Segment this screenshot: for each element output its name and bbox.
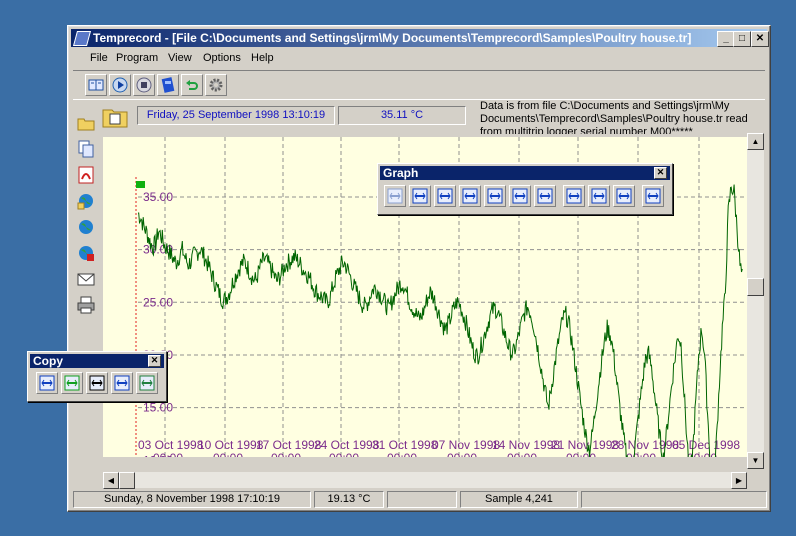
zoom-out-x-icon[interactable] (484, 185, 506, 207)
print-icon[interactable] (75, 294, 97, 316)
horizontal-scrollbar[interactable]: ◀ ▶ (103, 472, 747, 489)
y-tick-label: 35.00 (143, 190, 173, 204)
x-tick-time-label: 00;00 (507, 451, 537, 457)
copy-palette-close-button[interactable]: ✕ (148, 355, 161, 367)
y-tick-label: 15.00 (143, 401, 173, 415)
x-tick-date-label: 28 Nov 1998 (611, 438, 679, 452)
gear-icon[interactable] (205, 74, 227, 96)
zoom-in-x-icon[interactable] (459, 185, 481, 207)
copy-palette-title-text: Copy (33, 354, 63, 368)
window-title: Temprecord - [File C:\Documents and Sett… (93, 31, 692, 45)
notebook-icon[interactable] (85, 74, 107, 96)
fit-y-icon[interactable] (613, 185, 635, 207)
start-datetime-field: Friday, 25 September 1998 13:10:19 (137, 106, 335, 125)
graph-options-icon[interactable] (642, 185, 664, 207)
graph-palette-close-button[interactable]: ✕ (654, 167, 667, 179)
menu-options[interactable]: Options (203, 52, 241, 64)
x-tick-time-label: 00;00 (213, 451, 243, 457)
graph-palette[interactable]: Graph ✕ (377, 163, 673, 215)
scroll-up-button[interactable]: ▲ (747, 133, 764, 150)
start-flag-icon[interactable] (61, 372, 83, 394)
menu-help[interactable]: Help (251, 52, 274, 64)
grid-icon[interactable] (384, 185, 406, 207)
stop-icon[interactable] (133, 74, 155, 96)
x-tick-date-label: 24 Oct 1998 (314, 438, 380, 452)
status-temperature: 19.13 °C (314, 491, 384, 508)
copy-excel-icon[interactable] (136, 372, 158, 394)
copy-files-icon[interactable] (75, 138, 97, 160)
x-tick-time-label: 00;00 (153, 451, 183, 457)
menu-file[interactable]: File (90, 52, 108, 64)
x-tick-date-label: 07 Nov 1998 (432, 438, 500, 452)
status-bar: Sunday, 8 November 1998 17:10:19 19.13 °… (71, 490, 767, 508)
app-icon (72, 31, 92, 46)
main-window: Temprecord - [File C:\Documents and Sett… (67, 25, 771, 512)
y-tick-label: 25.00 (143, 295, 173, 309)
left-toolbar (73, 106, 99, 316)
x-tick-time-label: 00;00 (566, 451, 596, 457)
scroll-thumb-v[interactable] (747, 278, 764, 296)
copy-palette-title[interactable]: Copy ✕ (30, 354, 164, 368)
copy-palette[interactable]: Copy ✕ (27, 351, 167, 402)
graph-palette-title-text: Graph (383, 166, 419, 180)
email-icon[interactable] (75, 268, 97, 290)
graph-palette-title[interactable]: Graph ✕ (380, 166, 670, 180)
zoom-out-y-icon[interactable] (534, 185, 556, 207)
x-tick-time-label: 00;00 (387, 451, 417, 457)
main-toolbar (73, 70, 765, 100)
globe-icon[interactable] (75, 216, 97, 238)
x-tick-date-label: 21 Nov 1998 (551, 438, 619, 452)
menu-view[interactable]: View (168, 52, 192, 64)
copy-range-icon[interactable] (36, 372, 58, 394)
x-tick-date-label: 10 Oct 1998 (198, 438, 264, 452)
maximize-button[interactable]: □ (733, 31, 751, 47)
undo-icon[interactable] (181, 74, 203, 96)
x-tick-date-label: 05 Dec 1998 (672, 438, 740, 452)
temperature-series-line (138, 184, 743, 457)
x-tick-date-label: 31 Oct 1998 (372, 438, 438, 452)
zoom-in-y-icon[interactable] (509, 185, 531, 207)
fit-all-icon[interactable] (563, 185, 585, 207)
status-datetime: Sunday, 8 November 1998 17:10:19 (73, 491, 311, 508)
start-flag-marker (136, 181, 145, 188)
scroll-thumb-h[interactable] (119, 472, 135, 489)
status-extra (581, 491, 767, 508)
scroll-right-button[interactable]: ▶ (731, 472, 747, 489)
title-bar[interactable]: Temprecord - [File C:\Documents and Sett… (71, 29, 769, 47)
open-folder-icon[interactable] (75, 112, 97, 134)
x-tick-time-label: 00;00 (329, 451, 359, 457)
globe-pdf-icon[interactable] (75, 242, 97, 264)
vertical-scrollbar[interactable]: ▲ ▼ (747, 133, 764, 469)
globe-export-icon[interactable] (75, 190, 97, 212)
scroll-left-icon[interactable] (409, 185, 431, 207)
fit-x-icon[interactable] (588, 185, 610, 207)
scroll-right-icon[interactable] (434, 185, 456, 207)
menu-bar: File Program View Options Help (71, 49, 767, 68)
x-tick-date-label: 17 Oct 1998 (256, 438, 322, 452)
x-tick-time-label: 00;00 (271, 451, 301, 457)
start-temperature-field: 35.11 °C (338, 106, 466, 125)
close-button[interactable]: ✕ (751, 31, 769, 47)
logger-icon[interactable] (157, 74, 179, 96)
scroll-left-button[interactable]: ◀ (103, 472, 119, 489)
scroll-down-button[interactable]: ▼ (747, 452, 764, 469)
status-empty (387, 491, 457, 508)
copy-icon[interactable] (111, 372, 133, 394)
play-icon[interactable] (109, 74, 131, 96)
folder-doc-icon[interactable] (102, 104, 128, 128)
file-info-text: Data is from file C:\Documents and Setti… (480, 100, 748, 134)
pdf-icon[interactable] (75, 164, 97, 186)
x-tick-time-label: 00;00 (447, 451, 477, 457)
end-flag-icon[interactable] (86, 372, 108, 394)
x-tick-time-label: 00;00 (626, 451, 656, 457)
menu-program[interactable]: Program (116, 52, 158, 64)
x-tick-date-label: 03 Oct 1998 (138, 438, 204, 452)
status-sample: Sample 4,241 (460, 491, 578, 508)
